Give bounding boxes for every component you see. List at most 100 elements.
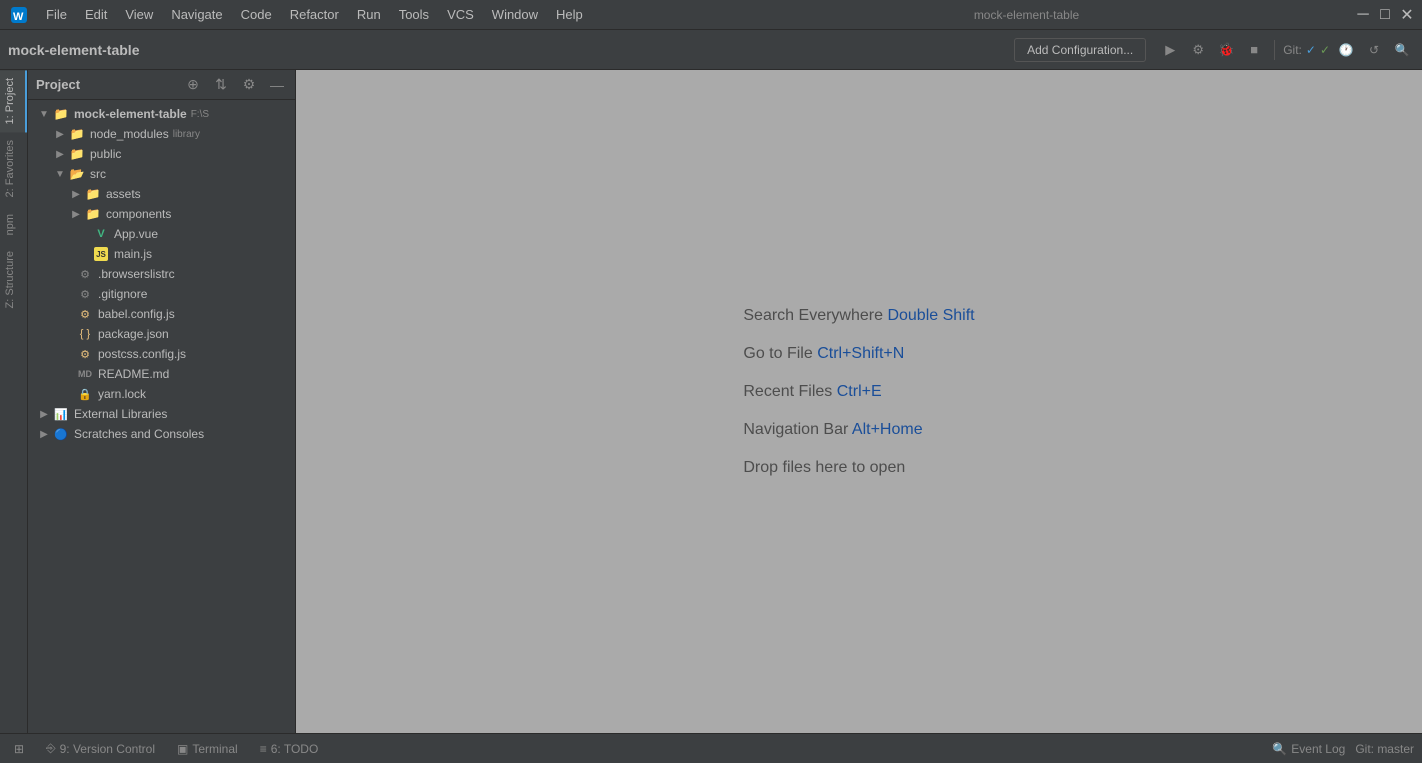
git-history-button[interactable]: 🕐 bbox=[1334, 38, 1358, 62]
tree-label-src: src bbox=[90, 167, 106, 181]
tree-item-node-modules[interactable]: ▶ 📁 node_modules library bbox=[28, 124, 295, 144]
sidebar-tab-structure[interactable]: Z: Structure bbox=[0, 243, 27, 316]
version-control-icon: ⎆ bbox=[46, 741, 56, 756]
stop-button[interactable]: ■ bbox=[1242, 38, 1266, 62]
tree-label-public: public bbox=[90, 147, 121, 161]
svg-text:W: W bbox=[13, 11, 24, 23]
tree-label-babel-config: babel.config.js bbox=[98, 307, 175, 321]
tree-arrow-assets: ▶ bbox=[68, 189, 84, 200]
tree-item-yarn-lock[interactable]: 🔒 yarn.lock bbox=[28, 384, 295, 404]
hint-goto-file: Go to File Ctrl+Shift+N bbox=[743, 345, 974, 363]
menu-view[interactable]: View bbox=[117, 5, 161, 24]
sidebar-tab-npm[interactable]: npm bbox=[0, 206, 27, 243]
tree-arrow-external-libraries: ▶ bbox=[36, 409, 52, 420]
window-title: mock-element-table bbox=[697, 8, 1356, 22]
git-section: Git: ✓ ✓ 🕐 ↺ 🔍 bbox=[1283, 38, 1414, 62]
panel-add-button[interactable]: ⊕ bbox=[183, 75, 203, 95]
panel-title: Project bbox=[36, 77, 175, 92]
tree-label-components: components bbox=[106, 207, 171, 221]
folder-icon-src: 📂 bbox=[68, 165, 86, 183]
bottom-layout-icon[interactable]: ⊞ bbox=[8, 738, 30, 760]
tree-item-components[interactable]: ▶ 📁 components bbox=[28, 204, 295, 224]
git-icon-2: ✓ bbox=[1320, 43, 1330, 57]
tree-arrow-scratches-consoles: ▶ bbox=[36, 429, 52, 440]
git-label: Git: bbox=[1283, 43, 1302, 57]
menu-tools[interactable]: Tools bbox=[391, 5, 437, 24]
git-status-bar: Git: master bbox=[1355, 742, 1414, 756]
menu-code[interactable]: Code bbox=[233, 5, 280, 24]
tree-arrow-node-modules: ▶ bbox=[52, 129, 68, 140]
search-everywhere-button[interactable]: 🔍 bbox=[1390, 38, 1414, 62]
tree-item-main-js[interactable]: JS main.js bbox=[28, 244, 295, 264]
panel-minimize-button[interactable]: — bbox=[267, 75, 287, 95]
hint-goto-shortcut: Ctrl+Shift+N bbox=[817, 345, 904, 362]
menu-run[interactable]: Run bbox=[349, 5, 389, 24]
panel-header: Project ⊕ ⇅ ⚙ — bbox=[28, 70, 295, 100]
menu-refactor[interactable]: Refactor bbox=[282, 5, 347, 24]
tree-label-readme: README.md bbox=[98, 367, 169, 381]
menu-file[interactable]: File bbox=[38, 5, 75, 24]
tree-label-assets: assets bbox=[106, 187, 141, 201]
sidebar-tab-favorites[interactable]: 2: Favorites bbox=[0, 132, 27, 205]
sidebar-tabs-left: 1: Project 2: Favorites npm Z: Structure bbox=[0, 70, 28, 733]
tree-item-postcss-config[interactable]: ⚙ postcss.config.js bbox=[28, 344, 295, 364]
bottom-tab-todo[interactable]: ≡ 6: TODO bbox=[250, 738, 329, 760]
tree-label-gitignore: .gitignore bbox=[98, 287, 147, 301]
event-log[interactable]: 🔍 Event Log bbox=[1272, 742, 1345, 756]
editor-hints: Search Everywhere Double Shift Go to Fil… bbox=[743, 307, 974, 497]
tree-label-postcss-config: postcss.config.js bbox=[98, 347, 186, 361]
tree-item-scratches-consoles[interactable]: ▶ 🔵 Scratches and Consoles bbox=[28, 424, 295, 444]
bottom-tab-version-control[interactable]: ⎆ 9: Version Control bbox=[36, 737, 165, 760]
menu-help[interactable]: Help bbox=[548, 5, 591, 24]
tree-item-public[interactable]: ▶ 📁 public bbox=[28, 144, 295, 164]
babel-icon: ⚙ bbox=[76, 305, 94, 323]
project-panel: Project ⊕ ⇅ ⚙ — ▼ 📁 mock-element-table F… bbox=[28, 70, 296, 733]
add-configuration-button[interactable]: Add Configuration... bbox=[1014, 38, 1146, 62]
tree-item-browserslistrc[interactable]: ⚙ .browserslistrc bbox=[28, 264, 295, 284]
bottom-tab-todo-label: 6: TODO bbox=[271, 742, 319, 756]
tree-item-readme[interactable]: MD README.md bbox=[28, 364, 295, 384]
hint-recent-shortcut: Ctrl+E bbox=[837, 383, 882, 400]
bottom-tab-terminal[interactable]: ▣ Terminal bbox=[167, 738, 248, 760]
git-revert-button[interactable]: ↺ bbox=[1362, 38, 1386, 62]
panel-scroll-button[interactable]: ⇅ bbox=[211, 75, 231, 95]
hint-recent-files: Recent Files Ctrl+E bbox=[743, 383, 974, 401]
tree-label-main-js: main.js bbox=[114, 247, 152, 261]
debug-button[interactable]: 🐞 bbox=[1214, 38, 1238, 62]
minimize-button[interactable]: ─ bbox=[1356, 8, 1370, 22]
tree-item-assets[interactable]: ▶ 📁 assets bbox=[28, 184, 295, 204]
folder-icon-assets: 📁 bbox=[84, 185, 102, 203]
config-icon-browserslistrc: ⚙ bbox=[76, 265, 94, 283]
main-layout: 1: Project 2: Favorites npm Z: Structure… bbox=[0, 70, 1422, 733]
tree-item-package-json[interactable]: { } package.json bbox=[28, 324, 295, 344]
menu-window[interactable]: Window bbox=[484, 5, 546, 24]
hint-navigation-bar: Navigation Bar Alt+Home bbox=[743, 421, 974, 439]
hint-nav-shortcut: Alt+Home bbox=[852, 421, 923, 438]
build-button[interactable]: ⚙ bbox=[1186, 38, 1210, 62]
menu-edit[interactable]: Edit bbox=[77, 5, 115, 24]
panel-settings-button[interactable]: ⚙ bbox=[239, 75, 259, 95]
menu-navigate[interactable]: Navigate bbox=[163, 5, 230, 24]
hint-recent-text: Recent Files bbox=[743, 383, 832, 400]
tree-arrow-public: ▶ bbox=[52, 149, 68, 160]
tree-item-src[interactable]: ▼ 📂 src bbox=[28, 164, 295, 184]
hint-search-everywhere: Search Everywhere Double Shift bbox=[743, 307, 974, 325]
tree-item-app-vue[interactable]: V App.vue bbox=[28, 224, 295, 244]
window-controls: ─ □ ✕ bbox=[1356, 8, 1414, 22]
project-title: mock-element-table bbox=[8, 42, 139, 58]
bottom-tab-vc-label: 9: Version Control bbox=[60, 742, 155, 756]
tree-item-external-libraries[interactable]: ▶ 📊 External Libraries bbox=[28, 404, 295, 424]
vue-icon-app: V bbox=[92, 225, 110, 243]
bottom-tab-terminal-label: Terminal bbox=[192, 742, 237, 756]
tree-item-root[interactable]: ▼ 📁 mock-element-table F:\S bbox=[28, 104, 295, 124]
tree-item-babel-config[interactable]: ⚙ babel.config.js bbox=[28, 304, 295, 324]
maximize-button[interactable]: □ bbox=[1378, 8, 1392, 22]
bottom-left-icons: ⊞ bbox=[8, 738, 30, 760]
run-button[interactable]: ▶ bbox=[1158, 38, 1182, 62]
tree-item-gitignore[interactable]: ⚙ .gitignore bbox=[28, 284, 295, 304]
tree-badge-node-modules: library bbox=[173, 129, 200, 140]
menu-vcs[interactable]: VCS bbox=[439, 5, 482, 24]
hint-search-shortcut: Double Shift bbox=[887, 307, 974, 324]
close-button[interactable]: ✕ bbox=[1400, 8, 1414, 22]
sidebar-tab-project[interactable]: 1: Project bbox=[0, 70, 27, 132]
